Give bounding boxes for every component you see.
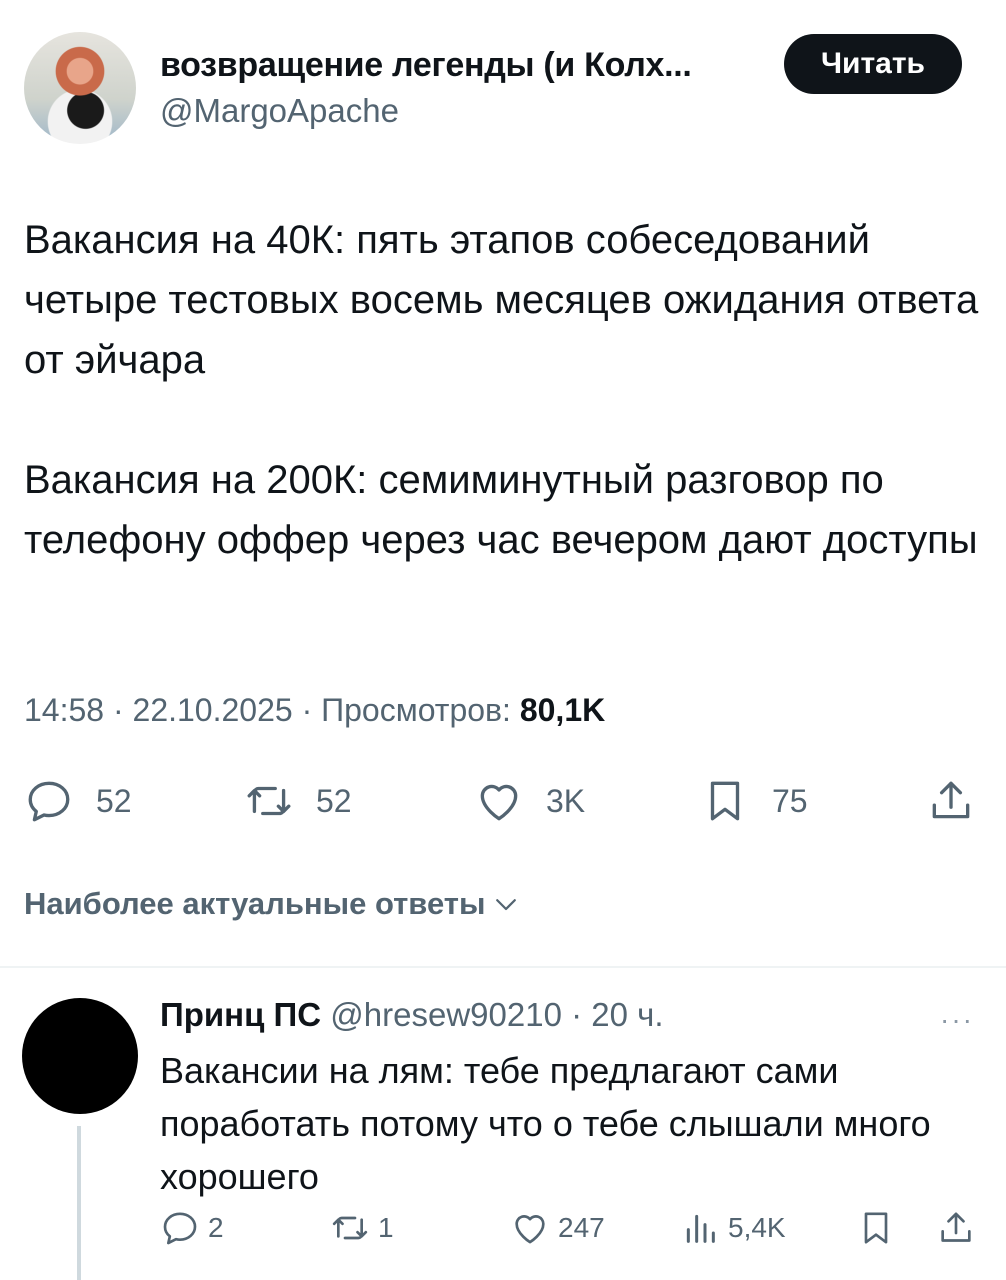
reply-like-count: 247 bbox=[558, 1212, 605, 1243]
author-avatar[interactable] bbox=[24, 32, 136, 144]
follow-button[interactable]: Читать bbox=[784, 34, 962, 94]
reply-handle-time[interactable]: @hresew90210 · 20 ч. bbox=[321, 996, 663, 1033]
reply-reply-button[interactable]: 2 bbox=[160, 1208, 224, 1248]
replies-sort-dropdown[interactable]: Наиболее актуальные ответы bbox=[24, 886, 521, 922]
retweet-icon bbox=[247, 786, 291, 816]
thread-connector-line bbox=[77, 1126, 81, 1280]
reply-views-count: 5,4K bbox=[728, 1212, 786, 1243]
like-count: 3K bbox=[546, 782, 586, 819]
comment-icon bbox=[163, 1212, 197, 1245]
reply-bookmark-button[interactable] bbox=[856, 1208, 896, 1248]
reply-header: Принц ПС @hresew90210 · 20 ч. bbox=[160, 996, 663, 1034]
tweet-timestamp-views-label: 14:58 · 22.10.2025 · Просмотров: bbox=[24, 692, 520, 728]
reply-views-button[interactable]: 5,4K bbox=[680, 1208, 786, 1248]
heart-icon bbox=[480, 784, 518, 821]
divider bbox=[0, 966, 1006, 968]
share-icon bbox=[941, 1212, 971, 1242]
bookmark-icon bbox=[864, 1212, 888, 1244]
tweet-text: Вакансия на 40К: пять этапов собеседован… bbox=[24, 218, 979, 562]
reply-text: Вакансии на лям: тебе предлагают сами по… bbox=[160, 1050, 931, 1197]
retweet-count: 52 bbox=[316, 782, 352, 819]
reply-author-name[interactable]: Принц ПС bbox=[160, 996, 321, 1033]
bookmark-button[interactable]: 75 bbox=[700, 776, 808, 826]
retweet-icon bbox=[332, 1216, 368, 1240]
bar-chart-icon bbox=[686, 1214, 715, 1243]
share-icon bbox=[932, 781, 970, 819]
author-handle[interactable]: @MargoApache bbox=[160, 92, 399, 130]
tweet-meta: 14:58 · 22.10.2025 · Просмотров: 80,1K bbox=[24, 692, 605, 729]
reply-share-button[interactable] bbox=[936, 1208, 976, 1248]
more-options-icon[interactable]: ··· bbox=[940, 1004, 974, 1036]
replies-sort-label: Наиболее актуальные ответы bbox=[24, 886, 486, 921]
reply-button[interactable]: 52 bbox=[24, 776, 132, 826]
comment-icon bbox=[28, 781, 70, 822]
reply-reply-count: 2 bbox=[208, 1212, 224, 1243]
retweet-button[interactable]: 52 bbox=[244, 776, 352, 826]
bookmark-icon bbox=[710, 781, 740, 821]
reply-like-button[interactable]: 247 bbox=[510, 1208, 605, 1248]
bookmark-count: 75 bbox=[772, 782, 808, 819]
heart-icon bbox=[515, 1215, 545, 1244]
share-button[interactable] bbox=[926, 776, 976, 826]
like-button[interactable]: 3K bbox=[474, 776, 585, 826]
reply-retweet-button[interactable]: 1 bbox=[330, 1208, 394, 1248]
reply-retweet-count: 1 bbox=[378, 1212, 394, 1243]
reply-count: 52 bbox=[96, 782, 132, 819]
author-display-name[interactable]: возвращение легенды (и Колх... bbox=[160, 46, 692, 85]
views-count[interactable]: 80,1K bbox=[520, 692, 605, 728]
chevron-down-icon bbox=[496, 899, 517, 911]
reply-author-avatar[interactable] bbox=[22, 998, 138, 1114]
